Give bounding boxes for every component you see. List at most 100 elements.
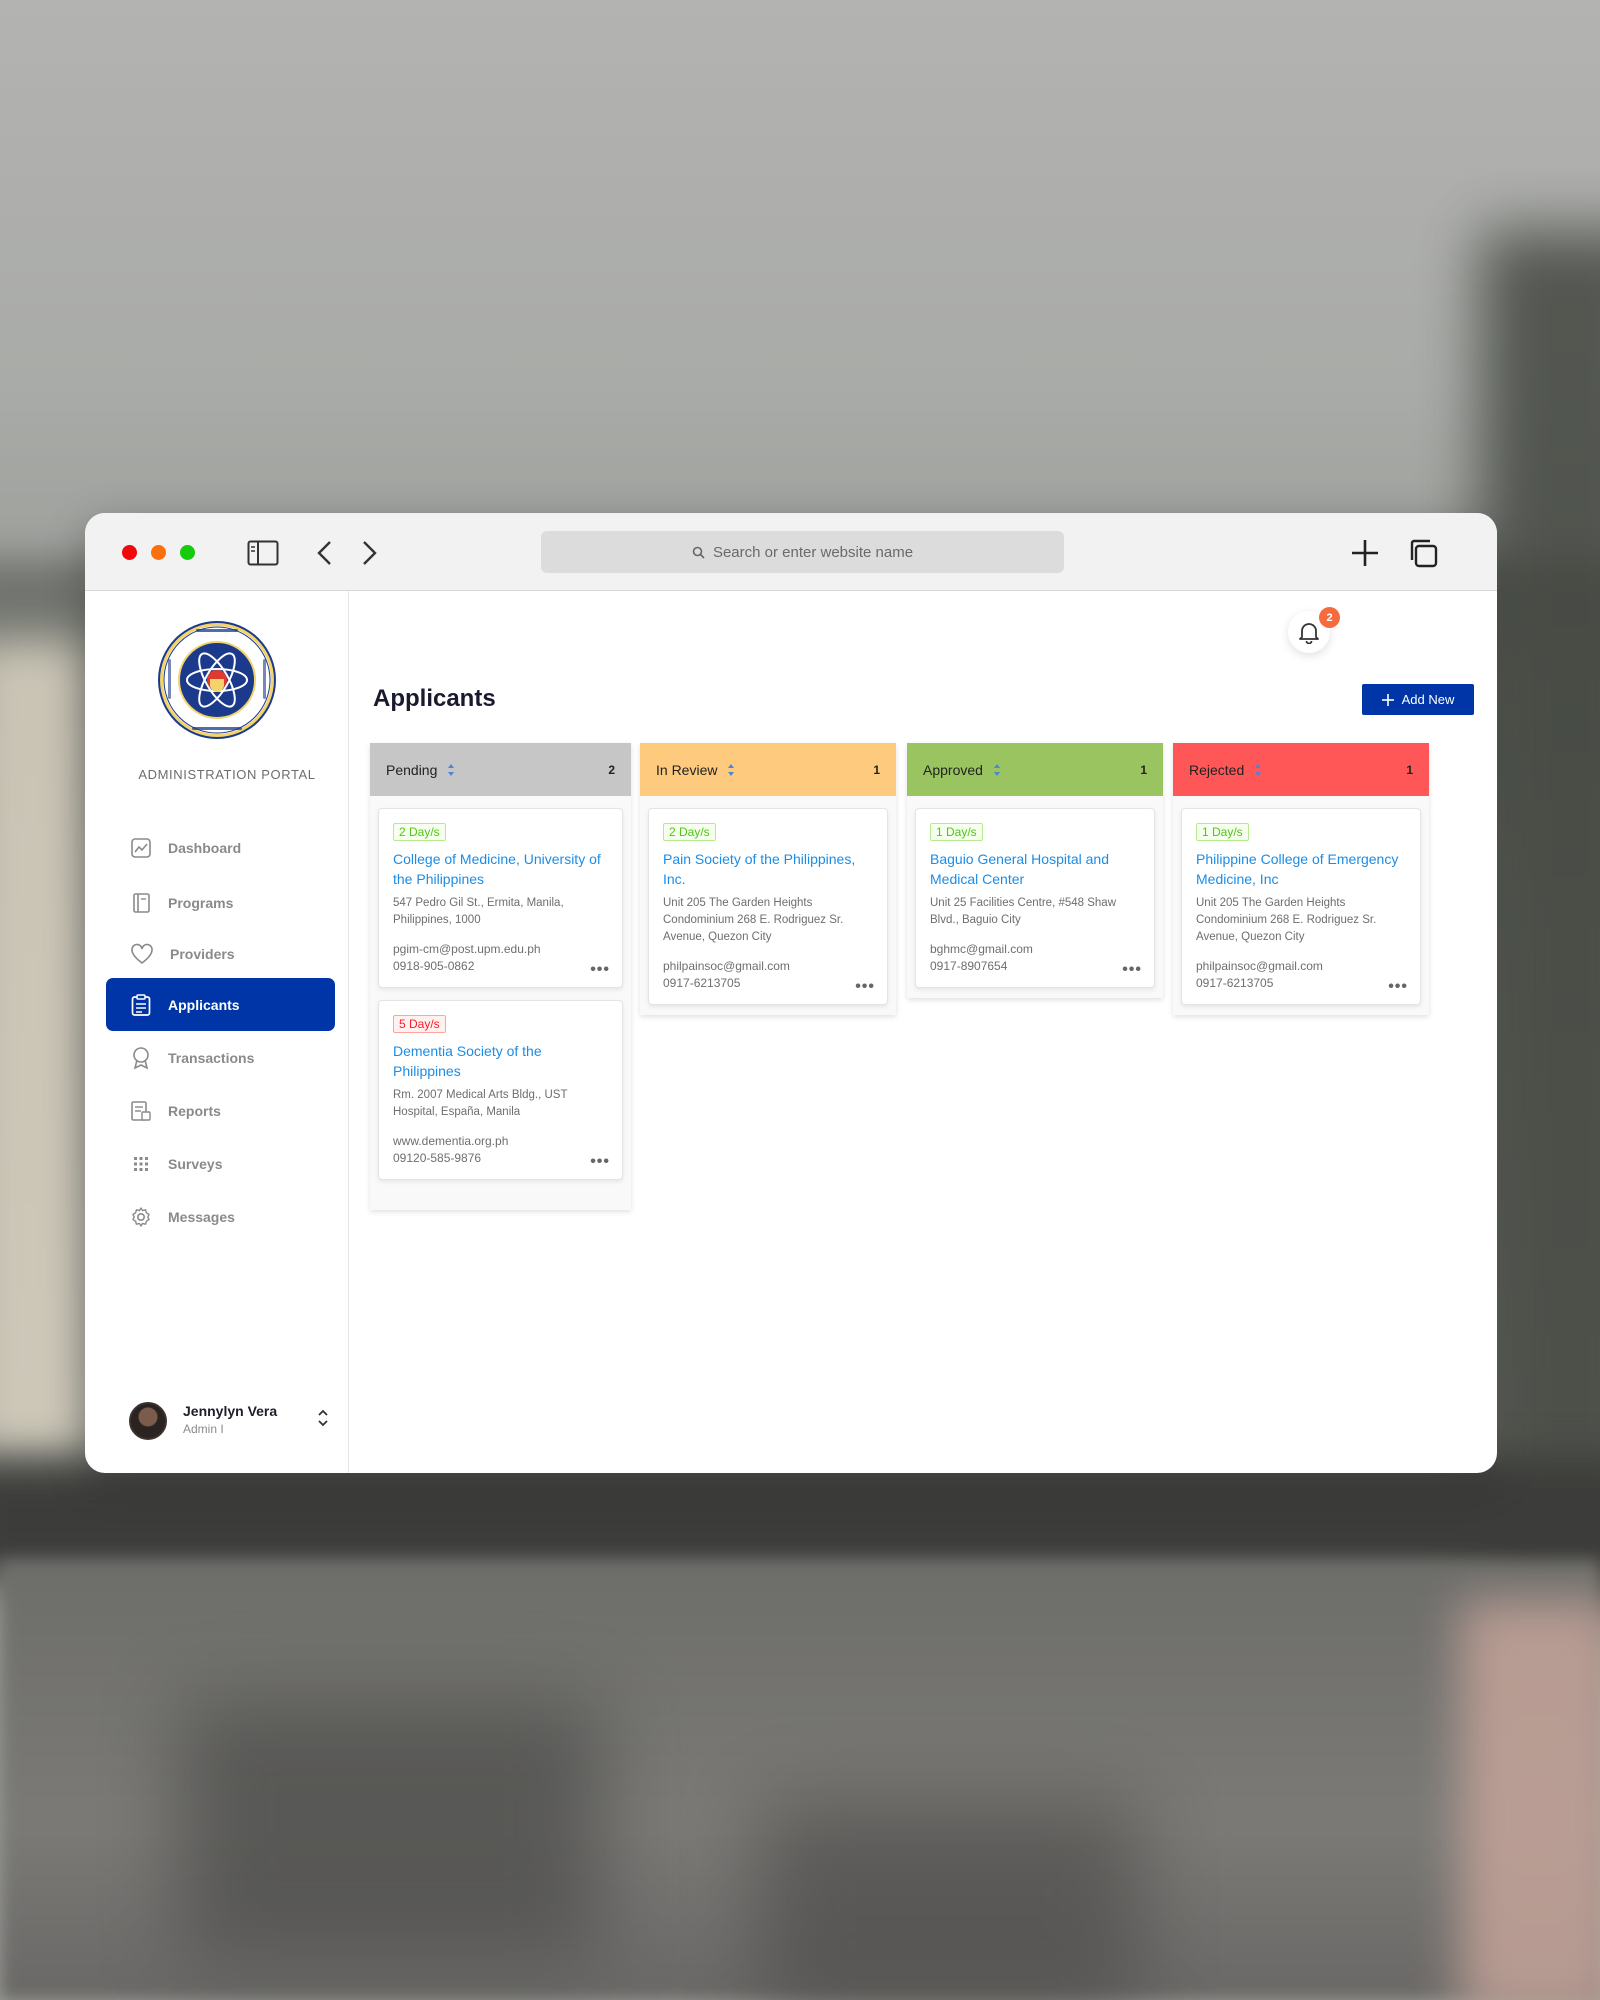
- add-new-button[interactable]: Add New: [1362, 684, 1474, 715]
- column-count: 1: [873, 762, 880, 777]
- days-badge: 2 Day/s: [663, 823, 716, 841]
- applicant-phone: 0917-6213705: [1196, 976, 1274, 990]
- applicant-card[interactable]: 1 Day/s Philippine College of Emergency …: [1181, 808, 1421, 1005]
- browser-window: Search or enter website name ADMINISTRAT…: [85, 513, 1497, 1473]
- applicant-address: Unit 205 The Garden Heights Condominium …: [663, 897, 844, 943]
- user-name: Jennylyn Vera: [183, 1403, 278, 1419]
- sidebar-toggle-icon[interactable]: [245, 535, 281, 571]
- sidebar-item-label: Surveys: [168, 1155, 223, 1172]
- applicant-name-link[interactable]: College of Medicine, University of the P…: [393, 849, 608, 889]
- new-tab-icon[interactable]: [1347, 535, 1383, 571]
- prc-seal-logo: [156, 619, 278, 741]
- address-placeholder: Search or enter website name: [712, 543, 914, 561]
- minimize-window-button[interactable]: [151, 545, 166, 560]
- more-options-icon[interactable]: •••: [1388, 978, 1408, 996]
- applicant-email: pgim-cm@post.upm.edu.ph: [393, 942, 541, 956]
- days-badge: 1 Day/s: [1196, 823, 1249, 841]
- days-badge: 1 Day/s: [930, 823, 983, 841]
- search-icon: [692, 546, 705, 559]
- days-badge: 2 Day/s: [393, 823, 446, 841]
- sort-icon[interactable]: [727, 763, 735, 777]
- sidebar-item-label: Programs: [168, 894, 234, 911]
- column-title: Approved: [923, 761, 983, 778]
- forward-icon[interactable]: [351, 535, 387, 571]
- column-rejected: Rejected 1 1 Day/s Philippine College of…: [1173, 743, 1429, 1015]
- applicant-phone: 09120-585-9876: [393, 1151, 482, 1165]
- more-options-icon[interactable]: •••: [590, 961, 610, 979]
- gear-icon: [132, 1206, 150, 1227]
- applicant-email: philpainsoc@gmail.com: [1196, 959, 1323, 973]
- applicant-card[interactable]: 2 Day/s Pain Society of the Philippines,…: [648, 808, 888, 1005]
- sidebar-item-label: Messages: [168, 1208, 235, 1225]
- sidebar-item-label: Providers: [170, 945, 235, 962]
- page-title: Applicants: [373, 685, 496, 712]
- column-header[interactable]: Pending 2: [370, 743, 631, 796]
- column-pending: Pending 2 2 Day/s College of Medicine, U…: [370, 743, 631, 1210]
- award-icon: [133, 1046, 149, 1069]
- user-profile[interactable]: Jennylyn Vera Admin I: [129, 1400, 339, 1444]
- column-title: Rejected: [1189, 761, 1245, 778]
- back-icon[interactable]: [307, 535, 343, 571]
- applicant-name-link[interactable]: Philippine College of Emergency Medicine…: [1196, 849, 1406, 889]
- applicant-phone: 0918-905-0862: [393, 959, 475, 973]
- applicant-phone: 0917-8907654: [930, 959, 1008, 973]
- chart-icon: [131, 837, 151, 858]
- column-in-review: In Review 1 2 Day/s Pain Society of the …: [640, 743, 896, 1015]
- sidebar-item-transactions[interactable]: Transactions: [106, 1031, 335, 1084]
- applicant-email: philpainsoc@gmail.com: [663, 959, 790, 973]
- applicant-address: Unit 205 The Garden Heights Condominium …: [1196, 897, 1377, 943]
- sidebar-item-reports[interactable]: Reports: [106, 1084, 335, 1137]
- applicant-email: www.dementia.org.ph: [393, 1134, 509, 1148]
- applicant-phone: 0917-6213705: [663, 976, 741, 990]
- sidebar-item-dashboard[interactable]: Dashboard: [106, 821, 335, 874]
- applicant-name-link[interactable]: Dementia Society of the Philippines: [393, 1041, 608, 1081]
- more-options-icon[interactable]: •••: [590, 1153, 610, 1171]
- heart-icon: [131, 943, 153, 964]
- sidebar-item-label: Dashboard: [168, 839, 242, 856]
- sidebar-item-messages[interactable]: Messages: [106, 1190, 335, 1243]
- applicant-card[interactable]: 2 Day/s College of Medicine, University …: [378, 808, 623, 988]
- user-role: Admin I: [183, 1422, 224, 1436]
- add-new-label: Add New: [1401, 692, 1455, 707]
- bell-icon: [1299, 623, 1319, 644]
- sort-icon[interactable]: [993, 763, 1001, 777]
- sort-icon[interactable]: [1254, 763, 1262, 777]
- sort-icon[interactable]: [447, 763, 455, 777]
- applicant-name-link[interactable]: Pain Society of the Philippines, Inc.: [663, 849, 873, 889]
- chevron-up-down-icon[interactable]: [316, 1408, 330, 1428]
- browser-toolbar: Search or enter website name: [85, 513, 1497, 591]
- notification-badge: 2: [1319, 607, 1340, 628]
- portal-label: ADMINISTRATION PORTAL: [138, 767, 316, 782]
- sidebar-item-providers[interactable]: Providers: [106, 927, 335, 980]
- close-window-button[interactable]: [122, 545, 137, 560]
- column-header[interactable]: Rejected 1: [1173, 743, 1429, 796]
- plus-icon: [1381, 693, 1394, 706]
- sidebar-item-programs[interactable]: Programs: [106, 876, 335, 929]
- clipboard-icon: [131, 993, 151, 1016]
- address-bar[interactable]: Search or enter website name: [541, 531, 1064, 573]
- more-options-icon[interactable]: •••: [1122, 961, 1142, 979]
- applicant-card[interactable]: 5 Day/s Dementia Society of the Philippi…: [378, 1000, 623, 1180]
- applicant-address: 547 Pedro Gil St., Ermita, Manila, Phili…: [393, 897, 564, 926]
- column-count: 1: [1406, 762, 1413, 777]
- main-content: 2 Applicants Add New Pending 2 2 Day/s C…: [350, 591, 1497, 1473]
- column-count: 2: [608, 762, 615, 777]
- more-options-icon[interactable]: •••: [855, 978, 875, 996]
- sidebar-item-surveys[interactable]: Surveys: [106, 1137, 335, 1190]
- applicant-name-link[interactable]: Baguio General Hospital and Medical Cent…: [930, 849, 1140, 889]
- applicant-email: bghmc@gmail.com: [930, 942, 1033, 956]
- report-icon: [131, 1100, 151, 1121]
- column-title: Pending: [386, 761, 438, 778]
- applicant-card[interactable]: 1 Day/s Baguio General Hospital and Medi…: [915, 808, 1155, 988]
- sidebar-item-label: Applicants: [168, 996, 240, 1013]
- maximize-window-button[interactable]: [180, 545, 195, 560]
- applicant-address: Rm. 2007 Medical Arts Bldg., UST Hospita…: [393, 1089, 568, 1118]
- column-header[interactable]: In Review 1: [640, 743, 896, 796]
- tabs-overview-icon[interactable]: [1405, 535, 1441, 571]
- column-title: In Review: [656, 761, 718, 778]
- column-header[interactable]: Approved 1: [907, 743, 1163, 796]
- sidebar-item-applicants[interactable]: Applicants: [106, 978, 335, 1031]
- sidebar-item-label: Reports: [168, 1102, 221, 1119]
- column-approved: Approved 1 1 Day/s Baguio General Hospit…: [907, 743, 1163, 998]
- column-count: 1: [1140, 762, 1147, 777]
